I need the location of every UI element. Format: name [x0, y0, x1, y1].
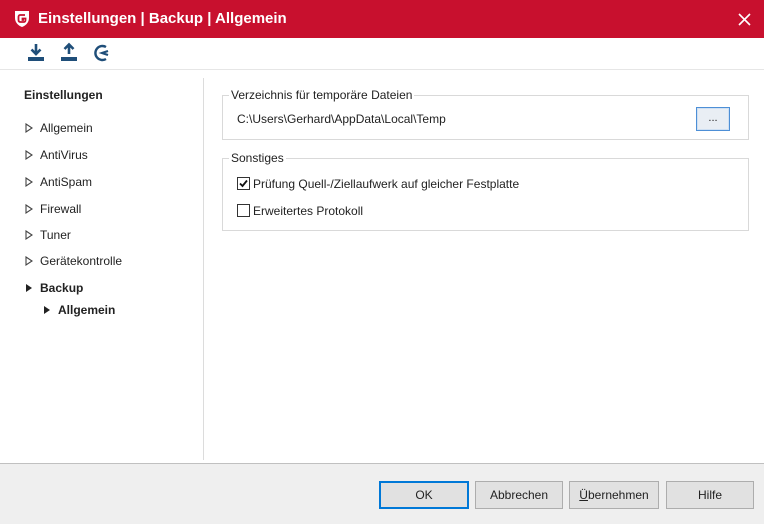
close-icon: [738, 13, 751, 26]
same-disk-checkbox[interactable]: [237, 177, 250, 191]
extended-log-label: Erweitertes Protokoll: [253, 203, 364, 218]
temp-dir-path: C:\Users\Gerhard\AppData\Local\Temp: [237, 112, 446, 126]
sidebar-item-label: Allgemein: [40, 120, 93, 135]
same-disk-check-label: Prüfung Quell-/Ziellaufwerk auf gleicher…: [253, 176, 520, 191]
temp-dir-group-title: Verzeichnis für temporäre Dateien: [229, 88, 415, 102]
title-bar: Einstellungen | Backup | Allgemein: [0, 0, 764, 38]
dialog-footer: OK Abbrechen Übernehmen Hilfe: [0, 463, 764, 524]
sidebar-item-antivirus[interactable]: AntiVirus: [24, 145, 88, 163]
expand-arrow-icon: [24, 255, 40, 267]
cancel-button[interactable]: Abbrechen: [475, 481, 563, 509]
misc-group-title: Sonstiges: [229, 151, 286, 165]
sidebar-item-label: Tuner: [40, 227, 71, 242]
same-disk-check-option[interactable]: Prüfung Quell-/Ziellaufwerk auf gleicher…: [237, 175, 519, 191]
sidebar-item-label: Backup: [40, 280, 84, 295]
sidebar-item-label: AntiSpam: [40, 174, 93, 189]
close-button[interactable]: [724, 0, 764, 38]
gdata-shield-logo-icon: [14, 10, 30, 28]
toolbar: [0, 38, 764, 70]
sidebar-item-label: Allgemein: [58, 302, 116, 317]
sidebar-item-label: AntiVirus: [40, 147, 88, 162]
sidebar-heading: Einstellungen: [24, 88, 103, 102]
sidebar-item-backup[interactable]: Backup: [24, 278, 83, 296]
sidebar-item-firewall[interactable]: Firewall: [24, 199, 81, 217]
sidebar-item-geraetekontrolle[interactable]: Gerätekontrolle: [24, 251, 122, 269]
apply-label: bernehmen: [587, 488, 649, 502]
window-title: Einstellungen | Backup | Allgemein: [38, 10, 287, 27]
settings-sidebar: Einstellungen Allgemein AntiVirus AntiSp…: [6, 78, 204, 460]
import-icon: [28, 44, 44, 61]
selected-arrow-icon: [42, 304, 58, 316]
expand-arrow-icon: [24, 149, 40, 161]
reset-button[interactable]: [91, 42, 113, 64]
export-button[interactable]: [58, 42, 80, 64]
expand-arrow-icon: [24, 122, 40, 134]
sidebar-item-allgemein[interactable]: Allgemein: [24, 118, 93, 136]
apply-button[interactable]: Übernehmen: [569, 481, 659, 509]
checkmark-icon: [239, 180, 248, 188]
sidebar-item-antispam[interactable]: AntiSpam: [24, 172, 92, 190]
expand-arrow-icon: [24, 176, 40, 188]
expand-arrow-icon: [24, 229, 40, 241]
import-button[interactable]: [25, 42, 47, 64]
expand-arrow-icon: [24, 203, 40, 215]
export-icon: [61, 42, 77, 61]
reset-icon: [94, 44, 109, 62]
help-button[interactable]: Hilfe: [666, 481, 754, 509]
sidebar-item-tuner[interactable]: Tuner: [24, 225, 71, 243]
extended-log-checkbox[interactable]: [237, 204, 250, 218]
sidebar-item-backup-allgemein[interactable]: Allgemein: [42, 300, 115, 318]
sidebar-item-label: Firewall: [40, 201, 82, 216]
sidebar-item-label: Gerätekontrolle: [40, 253, 123, 268]
misc-group: Sonstiges Prüfung Quell-/Ziellaufwerk au…: [222, 151, 749, 231]
ok-button[interactable]: OK: [379, 481, 469, 509]
extended-log-option[interactable]: Erweitertes Protokoll: [237, 202, 363, 218]
apply-mnemonic: Ü: [579, 488, 588, 502]
temp-dir-group: Verzeichnis für temporäre Dateien C:\Use…: [222, 88, 749, 140]
browse-button[interactable]: ...: [696, 107, 730, 131]
expanded-arrow-icon: [24, 282, 40, 294]
